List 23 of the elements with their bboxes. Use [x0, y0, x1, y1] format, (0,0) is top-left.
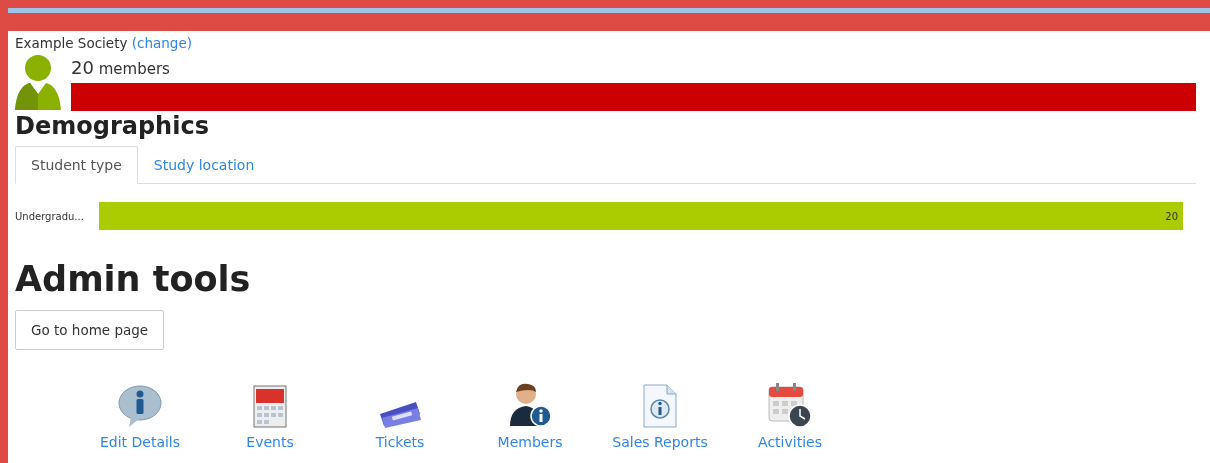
- tool-link[interactable]: Activities: [758, 434, 822, 450]
- change-link[interactable]: (change): [131, 35, 192, 51]
- user-avatar-icon: [15, 54, 61, 110]
- tool-link[interactable]: Sales Reports: [612, 434, 708, 450]
- calendar-icon: [253, 384, 287, 428]
- section-heading: Demographics: [15, 112, 210, 140]
- tool-link[interactable]: Events: [246, 434, 294, 450]
- document-info-icon: [643, 384, 677, 428]
- tab[interactable]: Study location: [137, 146, 271, 184]
- tool-link[interactable]: Tickets: [375, 434, 425, 450]
- home-page-button[interactable]: Go to home page: [15, 310, 165, 350]
- bar-value: 20: [1165, 210, 1179, 222]
- bar-label: Undergradu...: [15, 210, 85, 222]
- ticket-icon: [378, 400, 422, 428]
- person-info-icon: [508, 382, 552, 428]
- calendar-clock-icon: [768, 382, 812, 428]
- society-name: Example Society: [15, 35, 128, 51]
- tab[interactable]: Student type: [15, 146, 138, 184]
- page-heading: Admin tools: [15, 258, 252, 300]
- tool-link[interactable]: Edit Details: [99, 434, 181, 450]
- tool-link[interactable]: Members: [497, 434, 563, 450]
- member-count: 20 members: [71, 58, 171, 79]
- info-bubble-icon: [117, 384, 163, 428]
